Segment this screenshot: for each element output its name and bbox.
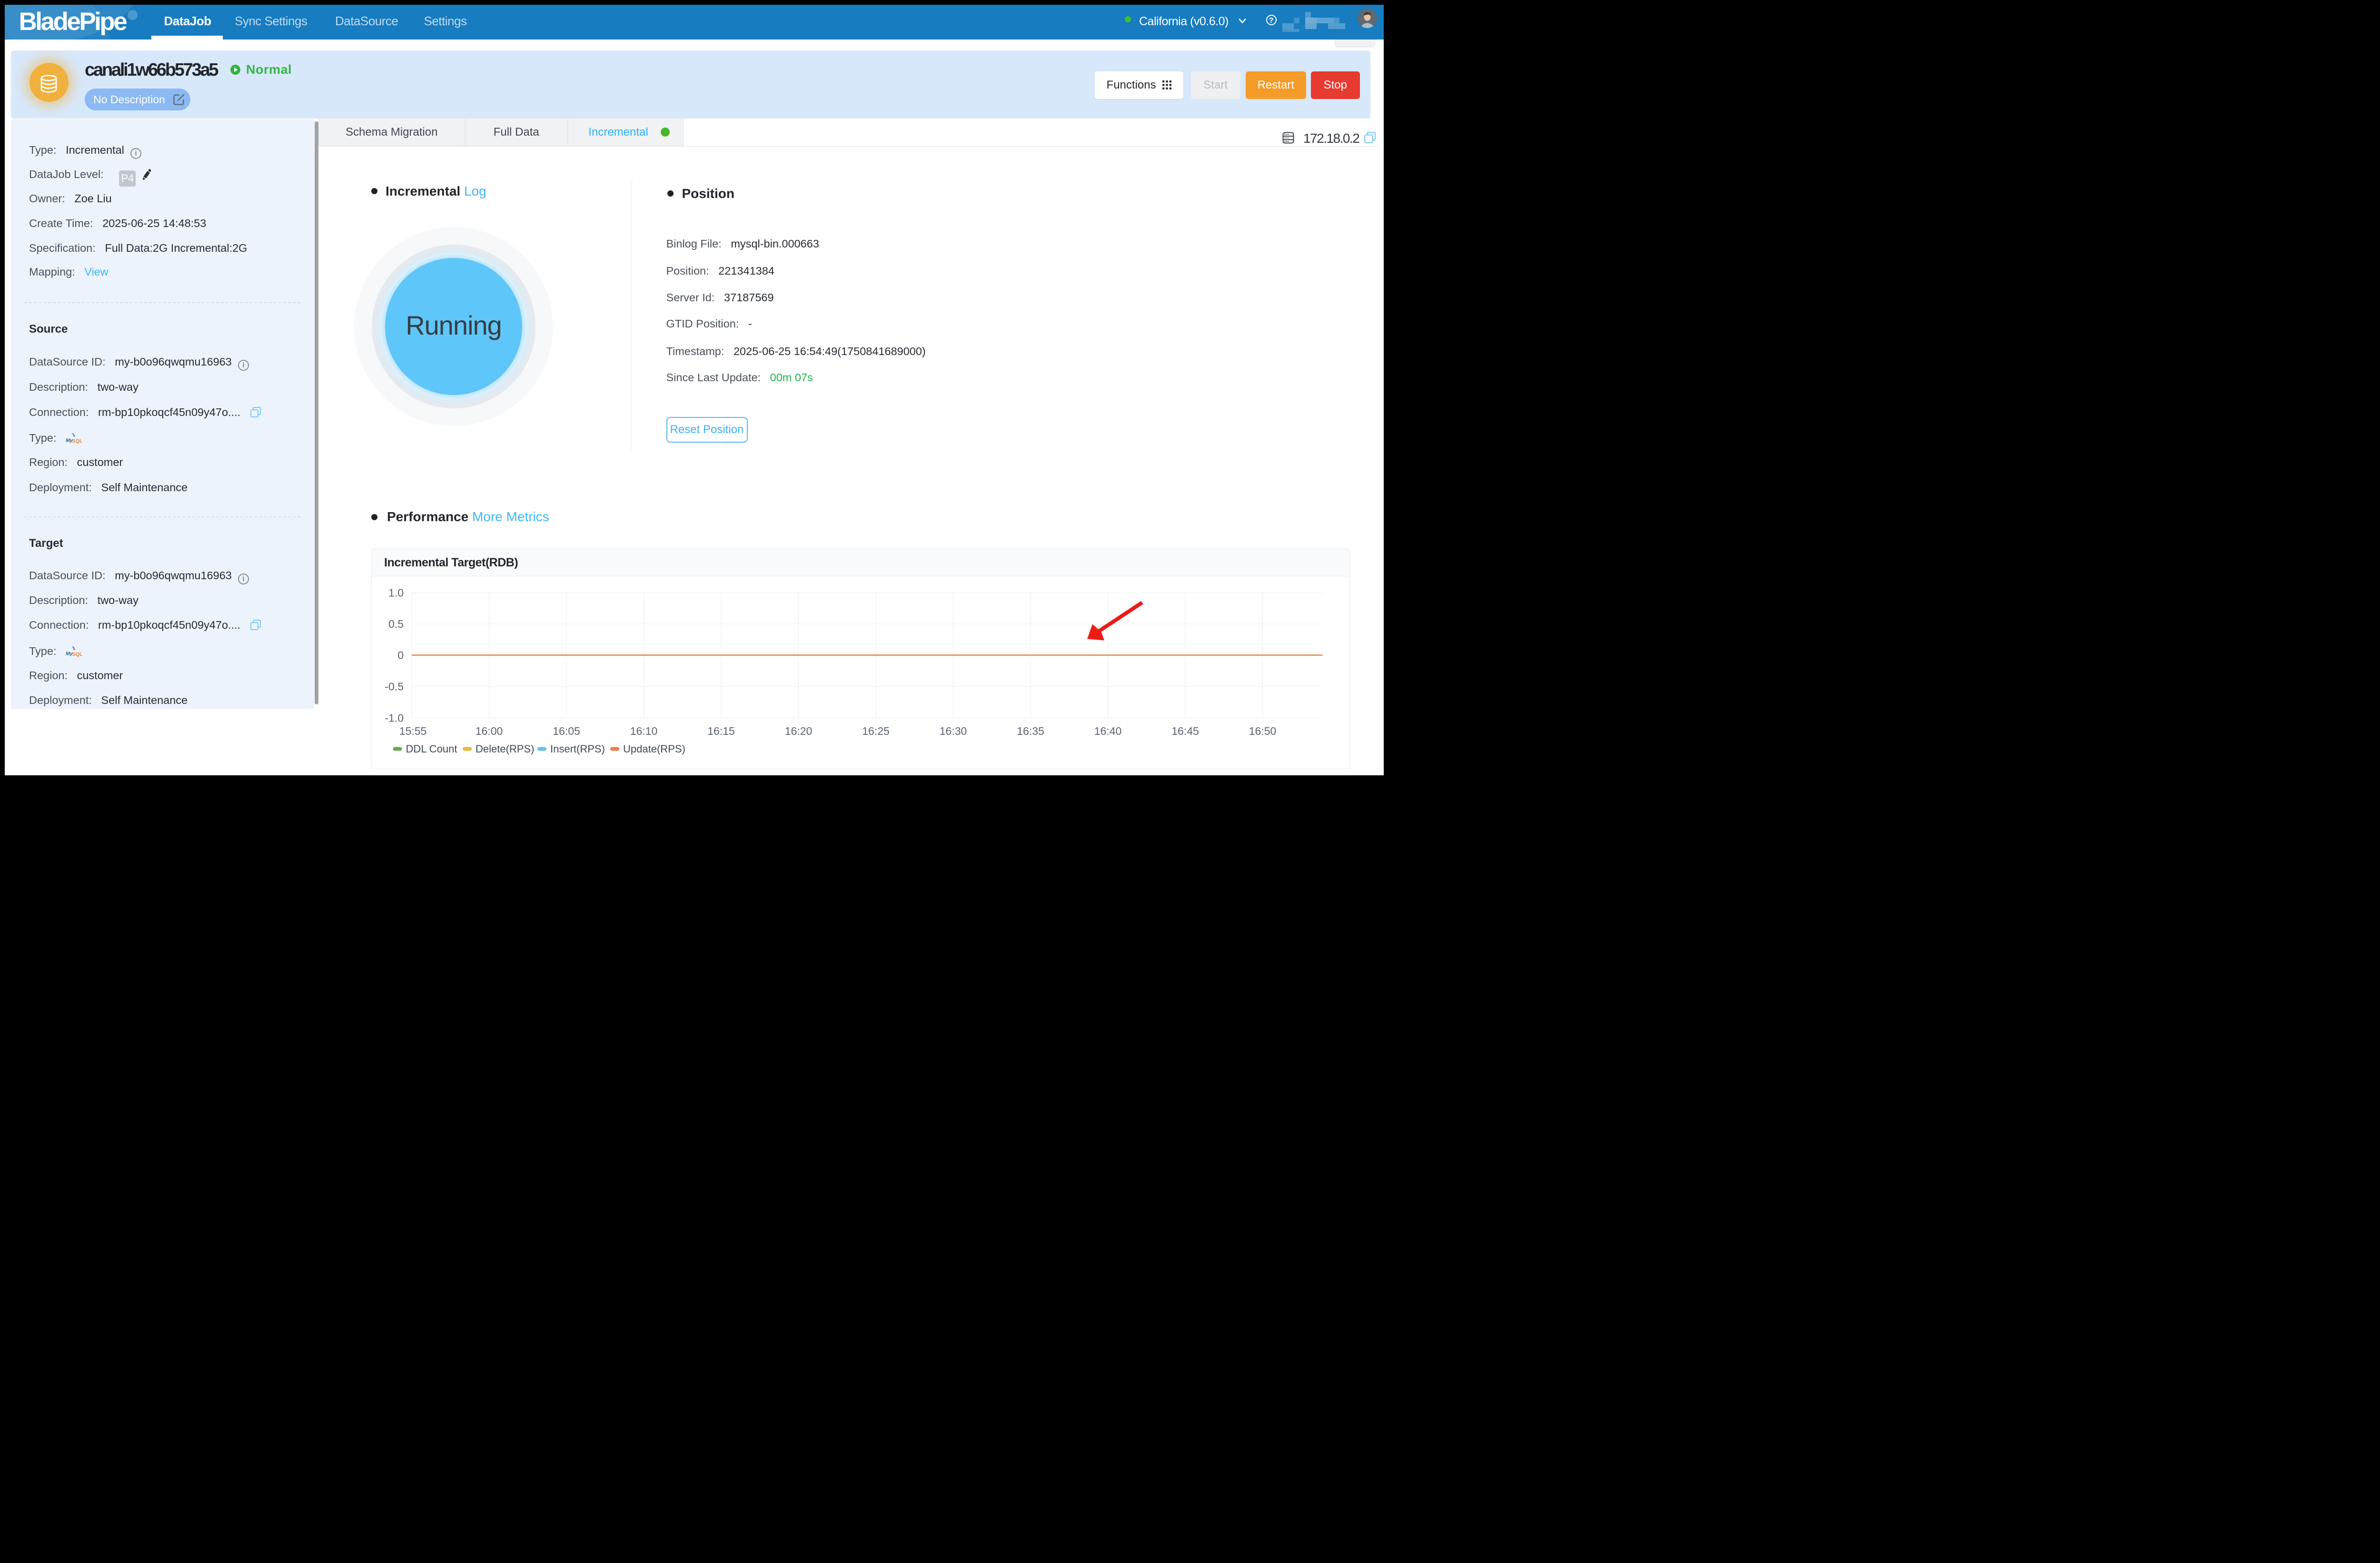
svg-text:SQL: SQL: [72, 652, 83, 657]
svg-text:16:45: 16:45: [1171, 725, 1199, 737]
svg-text:-0.5: -0.5: [385, 681, 404, 693]
svg-text:16:40: 16:40: [1094, 725, 1121, 737]
svg-text:SQL: SQL: [72, 438, 83, 444]
svg-text:0: 0: [397, 649, 404, 662]
svg-text:16:50: 16:50: [1249, 725, 1276, 737]
svg-text:16:15: 16:15: [707, 725, 735, 737]
svg-text:16:30: 16:30: [939, 725, 967, 737]
svg-text:0.5: 0.5: [388, 618, 404, 630]
svg-text:16:25: 16:25: [862, 725, 890, 737]
svg-text:16:00: 16:00: [475, 725, 503, 737]
svg-text:1.0: 1.0: [388, 587, 404, 599]
svg-text:16:10: 16:10: [630, 725, 657, 737]
svg-text:-1.0: -1.0: [385, 712, 404, 724]
svg-text:15:55: 15:55: [399, 725, 426, 737]
svg-text:Update(RPS): Update(RPS): [623, 743, 685, 755]
svg-text:16:35: 16:35: [1017, 725, 1044, 737]
svg-text:16:05: 16:05: [553, 725, 580, 737]
svg-text:16:20: 16:20: [784, 725, 812, 737]
svg-text:DDL Count: DDL Count: [406, 743, 457, 755]
svg-text:Delete(RPS): Delete(RPS): [476, 743, 534, 755]
svg-text:Insert(RPS): Insert(RPS): [550, 743, 605, 755]
